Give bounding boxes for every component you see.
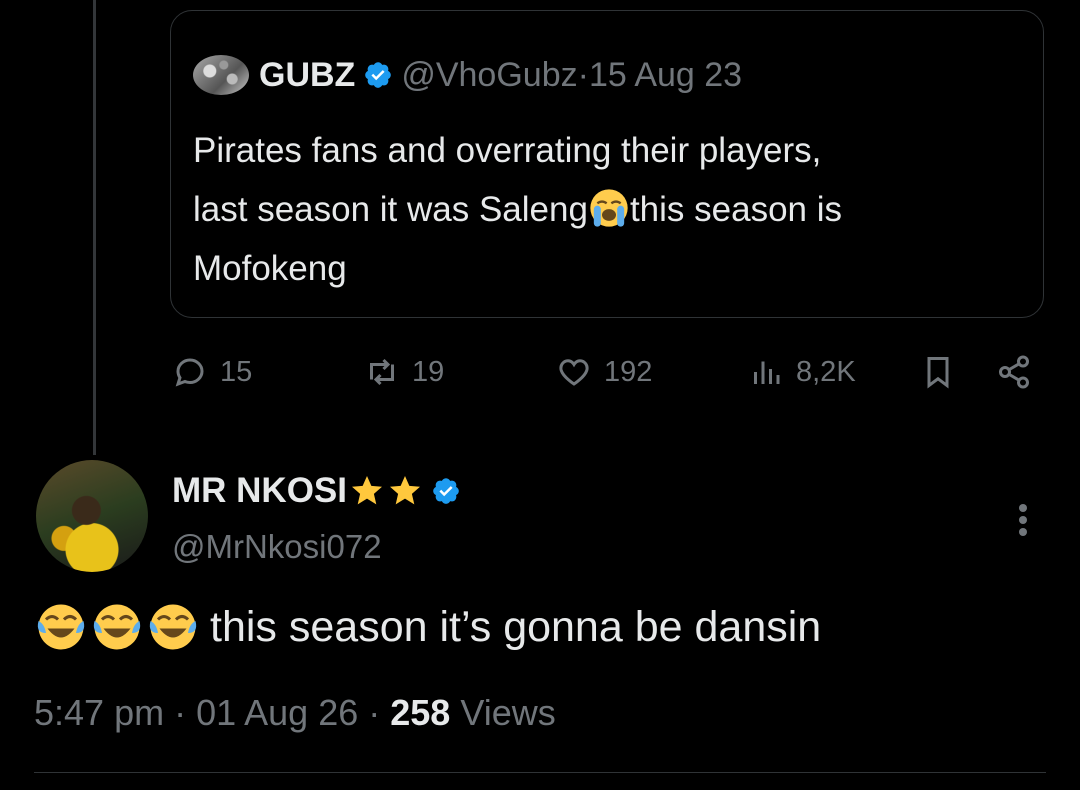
- heart-icon: [559, 359, 589, 386]
- share-icon: [999, 355, 1029, 389]
- star-icon: [352, 476, 382, 505]
- reply-icon: [175, 358, 204, 387]
- like-button[interactable]: 192: [556, 354, 652, 390]
- bookmark-icon: [927, 357, 949, 389]
- more-options-icon[interactable]: [1008, 500, 1038, 540]
- tweet-date[interactable]: 01 Aug 26: [196, 692, 358, 733]
- quoted-text-line: last season it was Saleng this season is: [193, 180, 1013, 239]
- share-button[interactable]: [996, 354, 1044, 390]
- reply-author-row: MR NKOSI: [172, 468, 469, 514]
- bookmark-button[interactable]: [920, 354, 968, 390]
- reply-author-avatar[interactable]: [36, 460, 148, 572]
- meta-separator: ·: [164, 692, 197, 733]
- quoted-text-line: Mofokeng: [193, 249, 347, 288]
- loudly-crying-face-icon: [590, 189, 628, 227]
- retweet-count: 19: [412, 355, 445, 388]
- quoted-tweet-text: Pirates fans and overrating their player…: [193, 121, 1013, 298]
- quoted-text-line: Pirates fans and overrating their player…: [193, 131, 822, 170]
- star-icon: [390, 476, 420, 505]
- verified-badge-icon: [433, 478, 459, 504]
- header-separator: ·: [577, 55, 589, 94]
- reply-author-handle[interactable]: @MrNkosi072: [172, 528, 382, 566]
- quoted-tweet-date[interactable]: 15 Aug 23: [589, 56, 742, 95]
- bottom-divider: [34, 772, 1046, 773]
- quoted-author-avatar[interactable]: [193, 55, 249, 95]
- quoted-text-fragment: this season is: [629, 190, 843, 229]
- tears-of-joy-icon: [93, 604, 141, 650]
- views-label: Views: [460, 692, 556, 733]
- like-count: 192: [604, 355, 653, 388]
- tears-of-joy-icon: [149, 604, 197, 650]
- views-button[interactable]: 8,2K: [748, 354, 856, 390]
- reply-tweet-text: this season it’s gonna be dansin: [34, 600, 821, 654]
- views-total: 258: [390, 692, 451, 733]
- tweet-action-bar: 15 19 192 8,2K: [0, 348, 1080, 400]
- reply-button[interactable]: 15: [172, 354, 252, 390]
- retweet-button[interactable]: 19: [364, 354, 444, 390]
- tweet-meta: 5:47 pm · 01 Aug 26 · 258 Views: [34, 692, 556, 734]
- reply-author-name[interactable]: MR NKOSI: [172, 471, 347, 511]
- analytics-icon: [754, 361, 780, 384]
- quoted-author-name[interactable]: GUBZ: [259, 56, 355, 95]
- meta-separator: ·: [358, 692, 391, 733]
- retweet-icon: [370, 358, 394, 386]
- tears-of-joy-icon: [37, 604, 85, 650]
- quoted-tweet-card[interactable]: GUBZ @VhoGubz · 15 Aug 23 Pirates fans a…: [170, 10, 1044, 318]
- quoted-text-fragment: last season it was Saleng: [193, 190, 588, 229]
- quoted-author-handle[interactable]: @VhoGubz: [401, 56, 577, 95]
- quoted-tweet-header: GUBZ @VhoGubz · 15 Aug 23: [193, 55, 742, 95]
- views-count: 8,2K: [796, 355, 856, 388]
- reply-count: 15: [220, 355, 253, 388]
- verified-badge-icon: [365, 62, 392, 88]
- tweet-time[interactable]: 5:47 pm: [34, 692, 164, 733]
- reply-text-body: this season it’s gonna be dansin: [210, 602, 822, 651]
